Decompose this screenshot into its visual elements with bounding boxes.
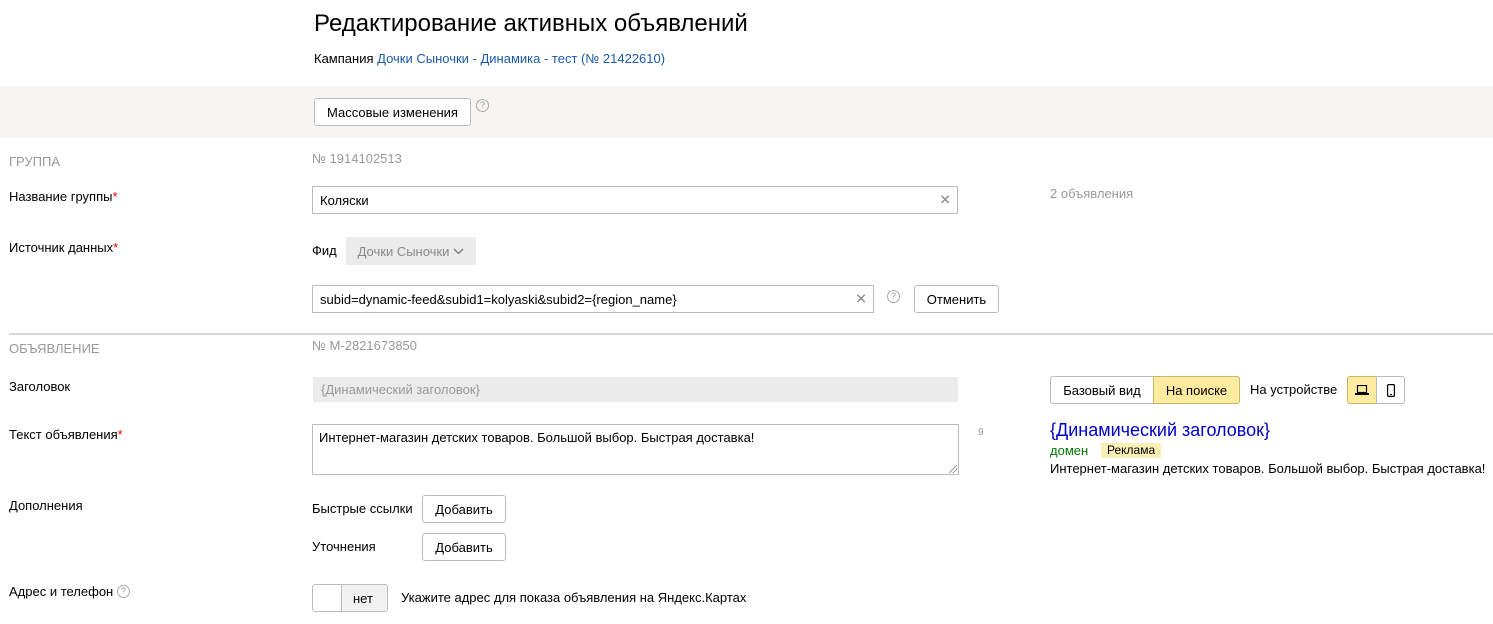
char-counter: 9 <box>978 427 984 438</box>
mobile-icon <box>1386 383 1395 397</box>
group-name-value: Коляски <box>320 192 369 208</box>
mass-changes-bar: Массовые изменения ? <box>0 86 1493 138</box>
group-name-input[interactable]: Коляски ✕ <box>312 186 958 214</box>
campaign-prefix: Кампания <box>314 51 374 66</box>
section-divider <box>9 333 1493 335</box>
feed-select-value: Дочки Сыночки <box>357 243 450 259</box>
address-hint: Укажите адрес для показа объявления на Я… <box>401 590 747 605</box>
preview-domain: домен <box>1050 443 1089 458</box>
ad-badge: Реклама <box>1101 443 1162 458</box>
ad-section-label: ОБЪЯВЛЕНИЕ <box>9 341 100 356</box>
ad-text-label: Текст объявления* <box>9 427 123 442</box>
group-number: № 1914102513 <box>312 151 402 166</box>
mass-changes-button[interactable]: Массовые изменения <box>314 98 471 126</box>
add-sitelinks-button[interactable]: Добавить <box>422 495 506 523</box>
clear-icon[interactable]: ✕ <box>855 291 867 308</box>
toggle-state-text: нет <box>353 591 373 606</box>
required-mark: * <box>113 240 119 255</box>
cancel-button[interactable]: Отменить <box>914 285 999 313</box>
chevron-down-icon <box>453 248 464 255</box>
data-source-label: Источник данных* <box>9 240 118 255</box>
tracking-params-input[interactable]: subid=dynamic-feed&subid1=kolyaski&subid… <box>312 285 874 313</box>
tab-on-search[interactable]: На поиске <box>1153 376 1240 404</box>
group-name-label: Название группы* <box>9 189 118 204</box>
laptop-icon <box>1355 385 1369 395</box>
data-source-label-text: Источник данных <box>9 240 114 255</box>
resize-handle-icon[interactable] <box>949 465 957 473</box>
ads-count: 2 объявления <box>1050 186 1134 201</box>
campaign-link[interactable]: Дочки Сыночки - Динамика - тест (№ 21422… <box>377 51 665 66</box>
sitelinks-label: Быстрые ссылки <box>312 501 413 516</box>
page-title: Редактирование активных объявлений <box>314 10 748 37</box>
headline-label: Заголовок <box>9 379 71 394</box>
preview-title[interactable]: {Динамический заголовок} <box>1050 420 1270 441</box>
tracking-params-value: subid=dynamic-feed&subid1=kolyaski&subid… <box>320 291 677 307</box>
group-name-label-text: Название группы <box>9 189 113 204</box>
address-toggle[interactable]: нет <box>312 584 388 612</box>
preview-text: Интернет-магазин детских товаров. Большо… <box>1050 461 1486 476</box>
ad-text-label-text: Текст объявления <box>9 427 118 442</box>
device-mobile-button[interactable] <box>1376 376 1405 404</box>
question-circle-icon[interactable]: ? <box>117 585 130 598</box>
feed-label: Фид <box>312 243 337 258</box>
question-circle-icon[interactable]: ? <box>476 99 489 112</box>
ad-text-input[interactable]: Интернет-магазин детских товаров. Большо… <box>312 424 959 475</box>
question-circle-icon[interactable]: ? <box>887 290 900 303</box>
ad-number: № M-2821673850 <box>312 338 418 353</box>
add-clarifications-button[interactable]: Добавить <box>422 533 506 561</box>
extras-label: Дополнения <box>9 498 83 513</box>
device-label: На устройстве <box>1250 382 1338 397</box>
group-section-label: ГРУППА <box>9 154 61 169</box>
clear-icon[interactable]: ✕ <box>939 192 951 209</box>
campaign-line: Кампания Дочки Сыночки - Динамика - тест… <box>314 51 665 66</box>
tab-basic-view[interactable]: Базовый вид <box>1050 376 1154 404</box>
headline-field: {Динамический заголовок} <box>313 377 958 402</box>
address-phone-label: Адрес и телефон <box>9 584 114 599</box>
ad-text-value: Интернет-магазин детских товаров. Большо… <box>319 430 755 445</box>
feed-select[interactable]: Дочки Сыночки <box>346 237 476 265</box>
required-mark: * <box>117 427 123 442</box>
required-mark: * <box>112 189 118 204</box>
device-desktop-button[interactable] <box>1347 376 1377 404</box>
toggle-knob <box>313 585 342 611</box>
clarifications-label: Уточнения <box>312 539 376 554</box>
